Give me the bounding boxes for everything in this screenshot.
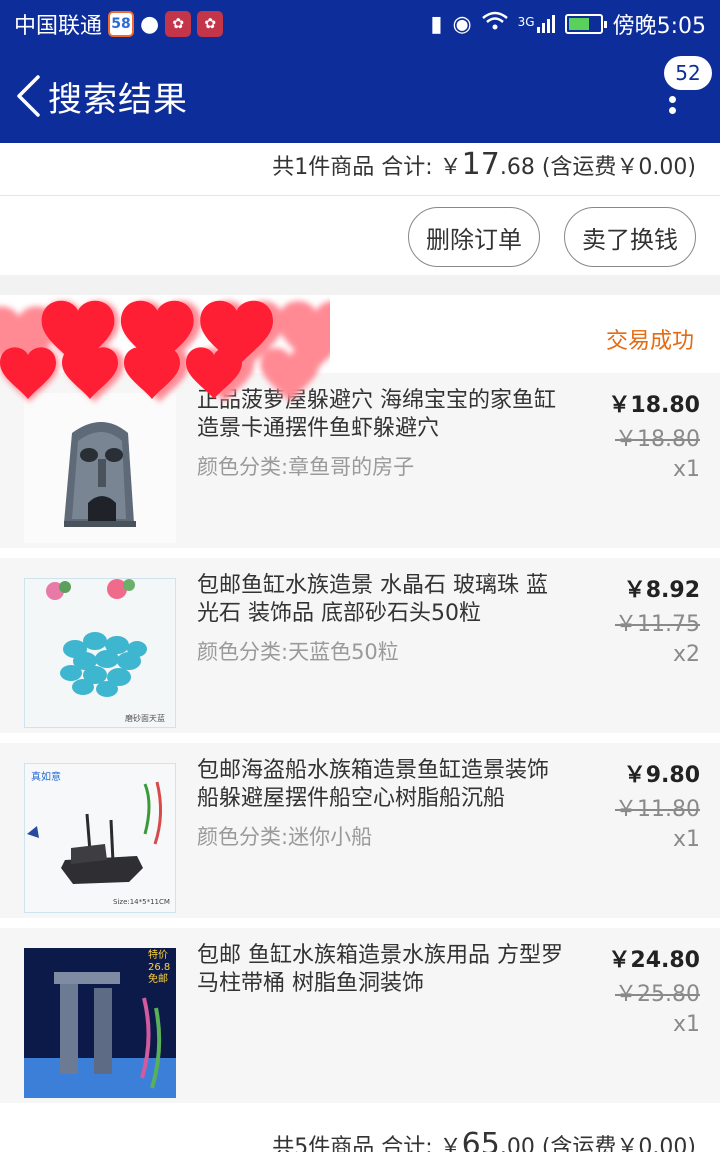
signal-icon: 3G — [518, 15, 555, 33]
product-original-price: ￥11.75 — [615, 612, 700, 637]
message-count-badge[interactable]: 52 — [664, 56, 712, 90]
product-thumbnail: 特价 26.8 免邮 — [24, 948, 176, 1098]
thumb-tag-line: 特价 — [148, 949, 168, 961]
product-price: ￥9.80 — [623, 763, 700, 788]
product-original-price: ￥11.80 — [615, 797, 700, 822]
order-card: 交易成功 正品菠萝屋躲避穴 海绵宝宝的家鱼缸造景卡通摆件鱼虾躲避穴 颜色分类:章… — [0, 295, 720, 1152]
product-title: 包邮鱼缸水族造景 水晶石 玻璃珠 蓝光石 装饰品 底部砂石头50粒 — [197, 573, 548, 626]
eye-icon: ◉ — [452, 11, 472, 37]
order-summary-prefix: 共5件商品 合计: ￥ — [272, 1135, 462, 1152]
order-summary: 共5件商品 合计: ￥65.00 (含运费￥0.00) — [272, 1127, 696, 1152]
product-quantity: x2 — [672, 642, 700, 667]
notification-app-icon: ✿ — [197, 11, 224, 37]
delete-order-button[interactable]: 删除订单 — [408, 207, 540, 267]
product-thumbnail: 磨砂面天蓝 — [24, 578, 176, 728]
carrier-label: 中国联通 — [14, 14, 103, 39]
notification-app-icon: ✿ — [165, 11, 192, 37]
network-type-label: 3G — [517, 15, 535, 29]
sell-for-cash-button[interactable]: 卖了换钱 — [564, 207, 696, 267]
thumb-brand: 真如意 — [31, 770, 61, 783]
app-58-icon: 58 — [108, 11, 135, 37]
product-title: 包邮 鱼缸水族箱造景水族用品 方型罗马柱带桶 树脂鱼洞装饰 — [197, 943, 563, 996]
product-spec: 颜色分类:章鱼哥的房子 — [197, 455, 415, 479]
header: 搜索结果 52 — [0, 48, 720, 143]
chevron-left-icon — [17, 75, 40, 117]
status-bar: 中国联通 58 ● ✿ ✿ ▮ ◉ 3G 傍晚5:05 — [0, 0, 720, 48]
order-summary: 共1件商品 合计: ￥17.68 (含运费￥0.00) — [272, 147, 696, 182]
order-summary-prefix: 共1件商品 合计: ￥ — [272, 155, 462, 180]
previous-order-card: 共1件商品 合计: ￥17.68 (含运费￥0.00) 删除订单 卖了换钱 — [0, 143, 720, 275]
product-thumbnail — [24, 393, 176, 543]
product-title: 正品菠萝屋躲避穴 海绵宝宝的家鱼缸造景卡通摆件鱼虾躲避穴 — [197, 388, 556, 441]
clock: 傍晚5:05 — [612, 14, 706, 39]
product-quantity: x1 — [672, 457, 700, 482]
chat-bubble-icon: ● — [140, 11, 160, 37]
thumb-tag-line: 26.8 — [148, 962, 170, 973]
product-price: ￥8.92 — [623, 578, 700, 603]
thumb-tag-line: 免邮 — [148, 972, 168, 985]
wifi-icon — [481, 11, 508, 37]
product-original-price: ￥25.80 — [615, 982, 700, 1007]
order-total-integer: 65 — [461, 1127, 500, 1152]
product-title: 包邮海盗船水族箱造景鱼缸造景装饰船躲避屋摆件船空心树脂船沉船 — [197, 758, 550, 811]
thumb-caption: 磨砂面天蓝 — [125, 713, 165, 723]
product-price: ￥24.80 — [608, 948, 700, 973]
order-summary-suffix: .00 (含运费￥0.00) — [499, 1135, 696, 1152]
order-item[interactable]: 真如意 Size:14*5*11CM 包邮海盗船水族箱造景鱼缸造景装饰船躲避屋摆… — [0, 743, 720, 918]
order-item[interactable]: 磨砂面天蓝 包邮鱼缸水族造景 水晶石 玻璃珠 蓝光石 装饰品 底部砂石头50粒 … — [0, 558, 720, 733]
back-button[interactable] — [8, 68, 48, 124]
more-dot-icon — [668, 96, 676, 103]
battery-icon — [564, 14, 607, 34]
order-item[interactable]: 正品菠萝屋躲避穴 海绵宝宝的家鱼缸造景卡通摆件鱼虾躲避穴 颜色分类:章鱼哥的房子… — [0, 373, 720, 548]
more-menu-button[interactable] — [652, 92, 692, 132]
order-item[interactable]: 特价 26.8 免邮 包邮 鱼缸水族箱造景水族用品 方型罗马柱带桶 树脂鱼洞装饰… — [0, 928, 720, 1103]
product-price: ￥18.80 — [608, 393, 700, 418]
product-thumbnail: 真如意 Size:14*5*11CM — [24, 763, 176, 913]
product-quantity: x1 — [672, 1012, 700, 1037]
product-spec: 颜色分类:天蓝色50粒 — [197, 640, 399, 664]
more-dot-icon — [668, 107, 676, 114]
product-spec: 颜色分类:迷你小船 — [197, 825, 373, 849]
thumb-caption: Size:14*5*11CM — [113, 898, 170, 906]
order-total-integer: 17 — [461, 147, 500, 182]
order-summary-suffix: .68 (含运费￥0.00) — [499, 155, 696, 180]
product-original-price: ￥18.80 — [615, 427, 700, 452]
order-status-label: 交易成功 — [605, 329, 694, 354]
product-quantity: x1 — [672, 827, 700, 852]
page-title: 搜索结果 — [48, 80, 188, 120]
vibrate-icon: ▮ — [430, 11, 443, 37]
